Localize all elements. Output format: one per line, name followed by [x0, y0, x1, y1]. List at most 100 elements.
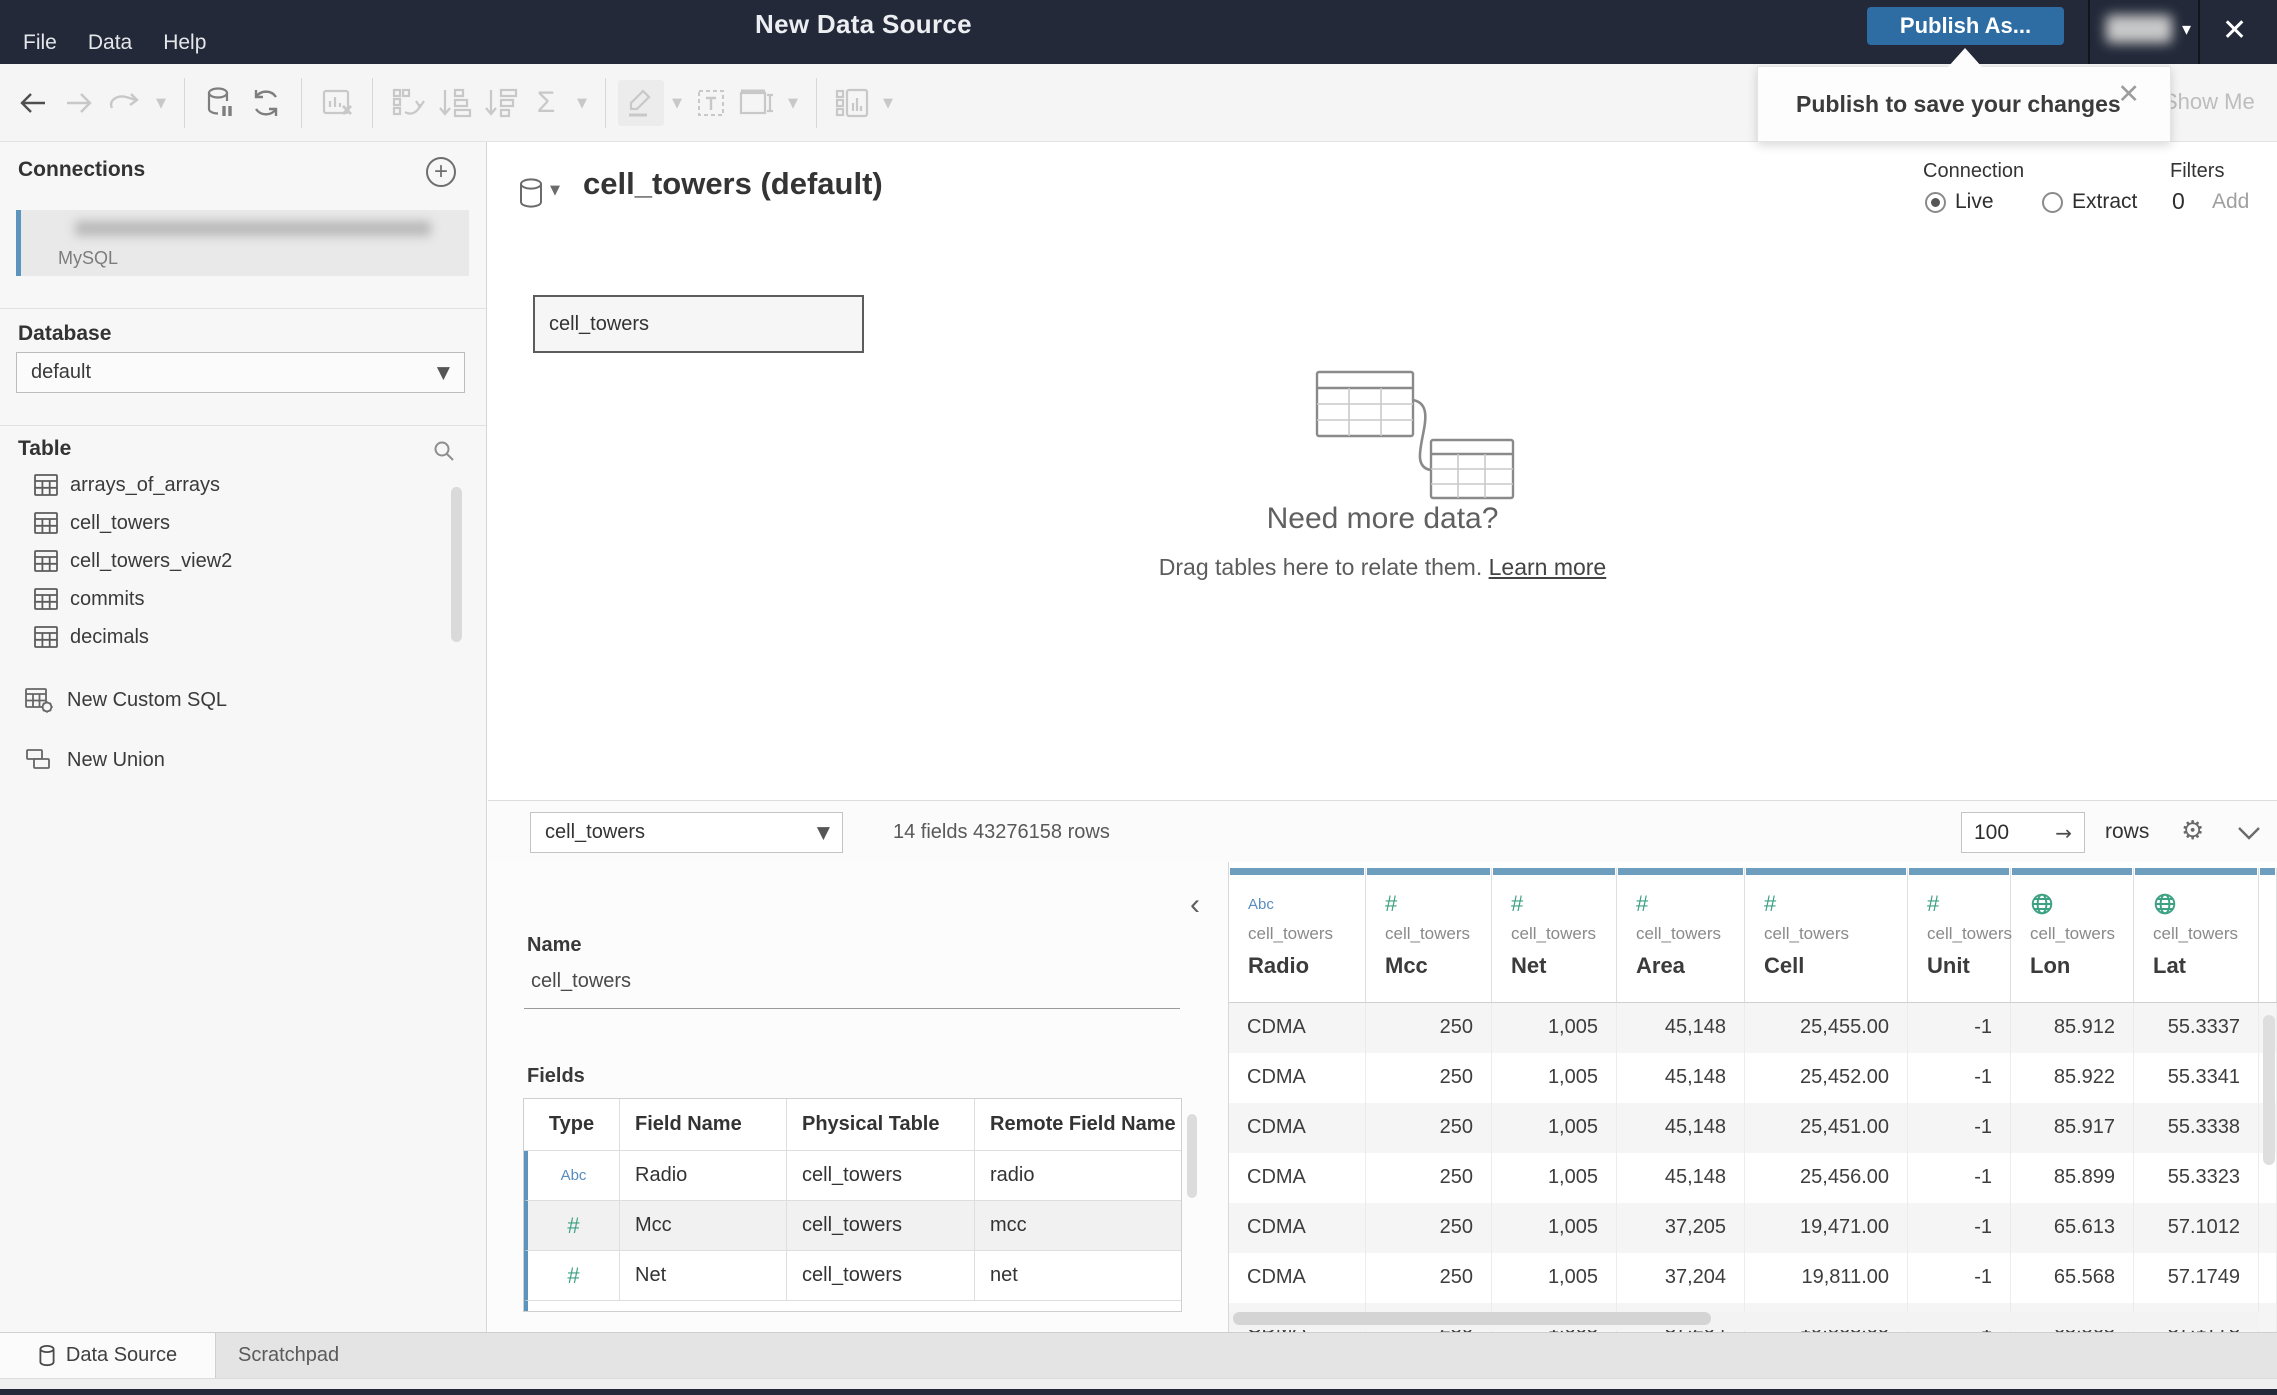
grid-cell[interactable]: 250 — [1366, 1103, 1492, 1153]
grid-cell[interactable]: 25,455.00 — [1745, 1003, 1908, 1053]
fit-selector-button[interactable] — [734, 80, 780, 126]
pause-auto-updates-button[interactable] — [197, 80, 243, 126]
grid-cell[interactable]: 1,005 — [1492, 1003, 1617, 1053]
grid-data-row[interactable]: CDMA 250 1,005 45,148 25,452.00 -1 85.922 55.33… — [1229, 1053, 2277, 1103]
grid-cell[interactable]: 250 — [1366, 1153, 1492, 1203]
grid-cell[interactable]: 85.899 — [2011, 1153, 2134, 1203]
collapse-panel-icon[interactable]: ‹ — [1190, 890, 1200, 920]
col-remote-field-name[interactable]: Remote Field Name — [975, 1099, 1181, 1150]
gear-icon[interactable]: ⚙ — [2181, 816, 2204, 846]
grid-cell[interactable]: CDMA — [1229, 1053, 1366, 1103]
undo-button[interactable] — [10, 80, 56, 126]
grid-cell[interactable]: 57.1749 — [2134, 1253, 2259, 1303]
preview-table-select[interactable]: cell_towers ▼ — [530, 812, 843, 853]
grid-cell[interactable]: 25,452.00 — [1745, 1053, 1908, 1103]
connection-item[interactable]: MySQL — [16, 210, 469, 276]
sort-ascending-button[interactable] — [431, 80, 477, 126]
grid-cell[interactable]: 1,005 — [1492, 1253, 1617, 1303]
grid-cell[interactable]: CDMA — [1229, 1003, 1366, 1053]
extract-radio-icon[interactable] — [2042, 191, 2063, 213]
swap-rows-columns-button[interactable] — [385, 80, 431, 126]
grid-cell[interactable]: 1,005 — [1492, 1103, 1617, 1153]
replay-button[interactable] — [102, 80, 148, 126]
grid-cell[interactable]: -1 — [1908, 1103, 2011, 1153]
grid-cell[interactable]: 85.917 — [2011, 1103, 2134, 1153]
replay-caret-icon[interactable]: ▼ — [148, 80, 172, 126]
live-radio[interactable]: Live — [1925, 190, 1994, 214]
table-list-item[interactable]: decimals — [0, 618, 486, 656]
grid-cell[interactable]: 45,148 — [1617, 1153, 1745, 1203]
grid-cell[interactable]: 250 — [1366, 1253, 1492, 1303]
grid-cell[interactable]: 25,451.00 — [1745, 1103, 1908, 1153]
grid-cell[interactable]: 250 — [1366, 1003, 1492, 1053]
totals-caret-icon[interactable]: ▼ — [569, 80, 593, 126]
tooltip-close-icon[interactable]: ✕ — [2117, 79, 2140, 110]
grid-cell[interactable]: -1 — [1908, 1053, 2011, 1103]
grid-cell[interactable]: 1,005 — [1492, 1153, 1617, 1203]
data-source-type-icon[interactable]: ▼ — [518, 177, 560, 209]
new-custom-sql-button[interactable]: New Custom SQL — [0, 681, 486, 719]
fit-caret-icon[interactable]: ▼ — [780, 80, 804, 126]
clear-sheet-button[interactable] — [314, 80, 360, 126]
learn-more-link[interactable]: Learn more — [1489, 554, 1607, 580]
fields-scrollbar[interactable] — [1187, 1114, 1197, 1198]
new-union-button[interactable]: New Union — [0, 741, 486, 779]
text-label-button[interactable] — [688, 80, 734, 126]
grid-cell[interactable]: 55.3341 — [2134, 1053, 2259, 1103]
chevron-down-icon[interactable] — [2236, 825, 2262, 841]
name-input[interactable]: cell_towers — [531, 970, 631, 993]
grid-column-header-area[interactable]: # cell_towers Area — [1617, 868, 1745, 1002]
field-row-partial[interactable] — [524, 1301, 1181, 1311]
sort-descending-button[interactable] — [477, 80, 523, 126]
grid-cell[interactable]: 1,005 — [1492, 1203, 1617, 1253]
grid-column-header-net[interactable]: # cell_towers Net — [1492, 868, 1617, 1002]
tab-data-source[interactable]: Data Source — [0, 1333, 216, 1378]
grid-cell[interactable]: CDMA — [1229, 1103, 1366, 1153]
grid-cell[interactable]: 45,148 — [1617, 1053, 1745, 1103]
col-physical-table[interactable]: Physical Table — [787, 1099, 975, 1150]
grid-cell[interactable]: 37,204 — [1617, 1253, 1745, 1303]
grid-column-header-lat[interactable]: cell_towers Lat — [2134, 868, 2259, 1002]
col-type[interactable]: Type — [524, 1099, 620, 1150]
show-me-label[interactable]: Show Me — [2163, 89, 2255, 115]
database-select[interactable]: default ▼ — [16, 352, 465, 393]
grid-data-row[interactable]: CDMA 250 1,005 37,205 19,471.00 -1 65.613 57.10… — [1229, 1203, 2277, 1253]
menu-file[interactable]: File — [23, 31, 57, 55]
menu-help[interactable]: Help — [163, 31, 206, 55]
grid-cell[interactable]: 25,456.00 — [1745, 1153, 1908, 1203]
extract-radio[interactable]: Extract — [2042, 190, 2137, 214]
grid-cell[interactable]: -1 — [1908, 1253, 2011, 1303]
show-me-panel-button[interactable] — [829, 80, 875, 126]
grid-column-header-unit[interactable]: # cell_towers Unit — [1908, 868, 2012, 1002]
grid-cell[interactable]: 65.613 — [2011, 1203, 2134, 1253]
grid-cell[interactable]: 250 — [1366, 1203, 1492, 1253]
field-row[interactable]: # Mcc cell_towers mcc — [524, 1201, 1181, 1251]
grid-data-row[interactable]: CDMA 250 1,005 37,204 19,811.00 -1 65.568 57.17… — [1229, 1253, 2277, 1303]
table-list-item[interactable]: commits — [0, 580, 486, 618]
search-icon[interactable] — [432, 439, 456, 463]
grid-cell[interactable]: 37,205 — [1617, 1203, 1745, 1253]
grid-cell[interactable]: 1,005 — [1492, 1053, 1617, 1103]
refresh-data-source-button[interactable] — [243, 80, 289, 126]
grid-horizontal-scrollbar-thumb[interactable] — [1233, 1312, 1711, 1325]
grid-cell[interactable]: 85.912 — [2011, 1003, 2134, 1053]
grid-data-row[interactable]: CDMA 250 1,005 45,148 25,456.00 -1 85.899 55.33… — [1229, 1153, 2277, 1203]
filters-add-link[interactable]: Add — [2212, 190, 2249, 214]
grid-cell[interactable]: 65.568 — [2011, 1253, 2134, 1303]
publish-as-button[interactable]: Publish As... — [1867, 7, 2064, 45]
user-menu-caret-icon[interactable]: ▾ — [2182, 19, 2191, 40]
show-me-caret-icon[interactable]: ▼ — [875, 80, 899, 126]
grid-data-row[interactable]: CDMA 250 1,005 45,148 25,455.00 -1 85.912 55.33… — [1229, 1003, 2277, 1053]
live-radio-icon[interactable] — [1925, 191, 1946, 213]
user-menu-redacted[interactable] — [2106, 15, 2172, 43]
grid-column-header-radio[interactable]: Abc cell_towers Radio — [1229, 868, 1366, 1002]
table-node-cell-towers[interactable]: cell_towers — [533, 295, 864, 353]
totals-button[interactable]: Σ — [523, 80, 569, 126]
grid-cell[interactable]: 55.3338 — [2134, 1103, 2259, 1153]
grid-vertical-scrollbar[interactable] — [2263, 1015, 2275, 1165]
highlight-button[interactable] — [618, 80, 664, 126]
grid-column-header-mcc[interactable]: # cell_towers Mcc — [1366, 868, 1492, 1002]
field-row[interactable]: # Net cell_towers net — [524, 1251, 1181, 1301]
apply-row-count-icon[interactable]: → — [2055, 821, 2072, 845]
grid-cell[interactable]: 45,148 — [1617, 1003, 1745, 1053]
